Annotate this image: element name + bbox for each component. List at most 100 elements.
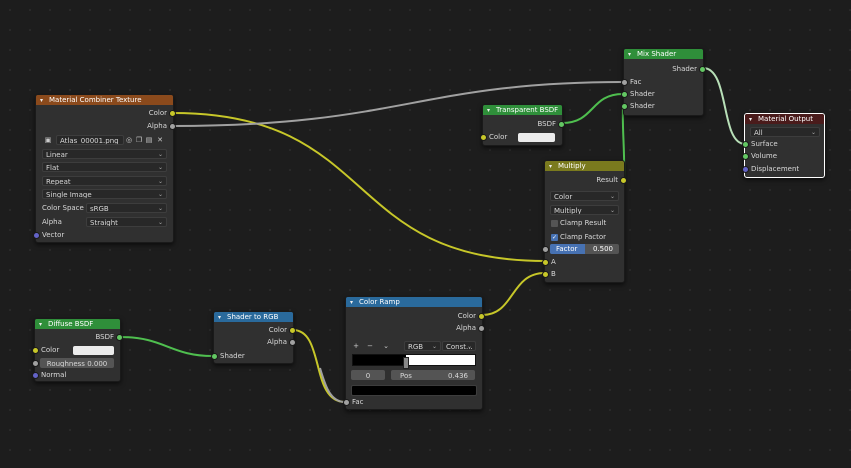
node-header[interactable]: ▾ Material Output — [745, 114, 824, 124]
roughness-field[interactable]: Roughness 0.000 — [40, 358, 114, 368]
socket-input-b[interactable] — [542, 271, 549, 278]
node-title: Material Output — [758, 115, 813, 123]
collapse-chevron-icon[interactable]: ▾ — [350, 298, 359, 308]
socket-input-roughness[interactable] — [32, 360, 39, 367]
node-title: Transparent BSDF — [496, 106, 559, 114]
collapse-chevron-icon[interactable]: ▾ — [628, 50, 637, 60]
socket-input-vector[interactable] — [33, 232, 40, 239]
collapse-chevron-icon[interactable]: ▾ — [218, 313, 227, 323]
socket-input-color[interactable] — [32, 347, 39, 354]
ramp-interpolation-dropdown[interactable]: Const... ⌄ — [442, 341, 476, 351]
socket-output-shader[interactable] — [699, 66, 706, 73]
link-transparent-bsdf-to-mix-shader — [561, 93, 624, 124]
material-combiner-texture-node[interactable]: ▾ Material Combiner Texture Color Alpha ▣… — [33, 94, 176, 243]
socket-input-displacement[interactable] — [742, 166, 749, 173]
link-color-ramp-to-multiply-b — [481, 272, 546, 316]
socket-input-fac[interactable] — [621, 79, 628, 86]
ramp-white-segment — [406, 355, 475, 365]
collapse-chevron-icon[interactable]: ▾ — [749, 115, 758, 125]
unlink-image-icon[interactable]: ✕ — [156, 136, 164, 144]
chevron-down-icon: ⌄ — [157, 178, 163, 185]
source-dropdown[interactable]: Single Image ⌄ — [42, 189, 167, 199]
blend-type-dropdown[interactable]: Multiply ⌄ — [550, 205, 619, 215]
socket-input-surface[interactable] — [742, 141, 749, 148]
color-space-label: Color Space — [42, 204, 84, 212]
ramp-menu-chevron-icon[interactable]: ⌄ — [382, 342, 390, 350]
input-color: Color — [480, 132, 507, 142]
collapse-chevron-icon[interactable]: ▾ — [40, 96, 49, 106]
collapse-chevron-icon[interactable]: ▾ — [39, 320, 48, 330]
material-output-node[interactable]: ▾ Material Output All ⌄ Surface Volume Dis… — [742, 113, 825, 178]
open-image-icon[interactable]: ▤ — [145, 136, 153, 144]
alpha-mode-dropdown[interactable]: Straight ⌄ — [86, 217, 167, 227]
node-title: Color Ramp — [359, 298, 400, 306]
image-name-field[interactable]: Atlas_00001.png — [56, 135, 124, 145]
input-shader-2: Shader — [621, 101, 655, 111]
collapse-chevron-icon[interactable]: ▾ — [487, 106, 496, 116]
chevron-down-icon: ⌄ — [466, 343, 472, 350]
add-stop-icon[interactable]: + — [352, 342, 360, 350]
socket-output-alpha[interactable] — [289, 339, 296, 346]
color-ramp-node[interactable]: ▾ Color Ramp Color Alpha + − ⌄ RGB ⌄ Const… — [343, 296, 485, 410]
projection-dropdown[interactable]: Flat ⌄ — [42, 162, 167, 172]
transparent-bsdf-node[interactable]: ▾ Transparent BSDF BSDF Color — [480, 104, 565, 146]
output-result: Result — [596, 175, 627, 185]
node-header[interactable]: ▾ Shader to RGB — [214, 312, 293, 322]
clamp-factor-checkbox[interactable]: ✓ — [551, 234, 558, 241]
socket-input-shader[interactable] — [211, 353, 218, 360]
output-shader: Shader — [672, 64, 706, 74]
remove-stop-icon[interactable]: − — [366, 342, 374, 350]
socket-output-color[interactable] — [289, 327, 296, 334]
fake-user-icon[interactable]: ◎ — [125, 136, 133, 144]
ramp-color-swatch[interactable] — [351, 385, 477, 396]
image-browse-icon[interactable]: ▣ — [44, 136, 52, 144]
input-fac: Fac — [621, 77, 642, 87]
output-alpha: Alpha — [147, 121, 176, 131]
color-mode-dropdown[interactable]: RGB ⌄ — [404, 341, 441, 351]
collapse-chevron-icon[interactable]: ▾ — [549, 162, 558, 172]
node-header[interactable]: ▾ Material Combiner Texture — [36, 95, 173, 105]
factor-slider[interactable]: Factor 0.500 — [550, 244, 619, 254]
socket-output-alpha[interactable] — [169, 123, 176, 130]
socket-input-shader-1[interactable] — [621, 91, 628, 98]
shader-to-rgb-node[interactable]: ▾ Shader to RGB Color Alpha Shader — [211, 311, 296, 364]
diffuse-bsdf-node[interactable]: ▾ Diffuse BSDF BSDF Color Roughness 0.000… — [32, 318, 123, 382]
duplicate-image-icon[interactable]: ❐ — [135, 136, 143, 144]
chevron-down-icon: ⌄ — [157, 219, 163, 226]
stop-index-field[interactable]: 0 — [351, 370, 385, 380]
socket-output-bsdf[interactable] — [558, 121, 565, 128]
color-ramp-bar[interactable] — [352, 354, 476, 369]
socket-input-normal[interactable] — [32, 372, 39, 379]
socket-input-volume[interactable] — [742, 153, 749, 160]
color-swatch[interactable] — [73, 346, 114, 355]
socket-output-color[interactable] — [169, 110, 176, 117]
node-header[interactable]: ▾ Color Ramp — [346, 297, 482, 307]
color-swatch[interactable] — [518, 133, 555, 142]
node-header[interactable]: ▾ Mix Shader — [624, 49, 703, 59]
clamp-result-checkbox[interactable] — [551, 220, 558, 227]
color-space-dropdown[interactable]: sRGB ⌄ — [86, 203, 167, 213]
socket-output-result[interactable] — [620, 177, 627, 184]
interpolation-dropdown[interactable]: Linear ⌄ — [42, 149, 167, 159]
input-displacement: Displacement — [742, 164, 799, 174]
socket-input-fac[interactable] — [343, 399, 350, 406]
node-header[interactable]: ▾ Transparent BSDF — [483, 105, 562, 115]
clamp-factor-label: Clamp Factor — [560, 233, 607, 241]
socket-input-a[interactable] — [542, 259, 549, 266]
socket-output-bsdf[interactable] — [116, 334, 123, 341]
multiply-node[interactable]: ▾ Multiply Result Color ⌄ Multiply ⌄ Clamp … — [542, 160, 627, 283]
socket-input-shader-2[interactable] — [621, 103, 628, 110]
extension-dropdown[interactable]: Repeat ⌄ — [42, 176, 167, 186]
socket-output-alpha[interactable] — [478, 325, 485, 332]
ramp-stop-handle[interactable] — [403, 357, 410, 369]
socket-input-color[interactable] — [480, 134, 487, 141]
node-header[interactable]: ▾ Diffuse BSDF — [35, 319, 120, 329]
data-type-dropdown[interactable]: Color ⌄ — [550, 191, 619, 201]
mix-shader-node[interactable]: ▾ Mix Shader Shader Fac Shader Shader — [621, 48, 706, 116]
node-title: Mix Shader — [637, 50, 677, 58]
socket-input-factor[interactable] — [542, 246, 549, 253]
node-header[interactable]: ▾ Multiply — [545, 161, 624, 171]
socket-output-color[interactable] — [478, 313, 485, 320]
target-dropdown[interactable]: All ⌄ — [750, 127, 820, 137]
stop-position-field[interactable]: Pos 0.436 — [391, 370, 475, 380]
